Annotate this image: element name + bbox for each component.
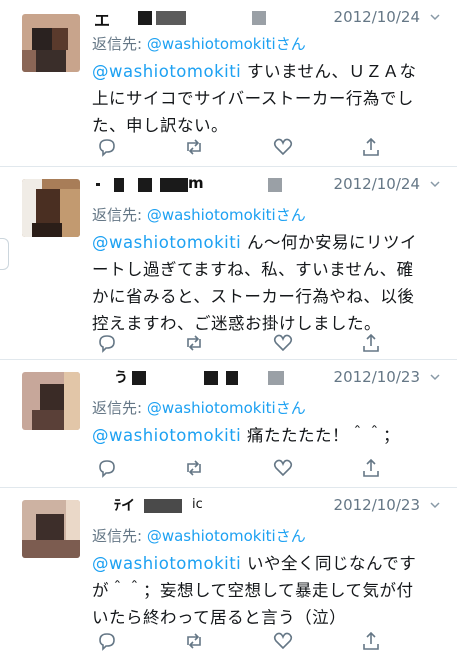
text-line: すいません、ＵＺＡな [247,62,417,81]
tweet[interactable]: エ 2012/10/24 返信先: @washiotomokitiさん @was… [0,0,457,167]
reply-to: 返信先: @washiotomokitiさん [92,33,306,54]
reply-to: 返信先: @washiotomokitiさん [92,525,306,546]
scroll-handle[interactable] [0,238,9,270]
name-redaction [156,11,186,25]
share-icon[interactable] [360,457,382,479]
mention-link[interactable]: @washiotomokiti [92,426,241,445]
tweet-text: @washiotomokiti ん〜何か安易にリツイ ートし過ぎてますね、私、す… [92,229,437,337]
chevron-down-icon[interactable] [430,372,440,382]
mention-link[interactable]: @washiotomokiti [92,554,241,573]
reply-to: 返信先: @washiotomokitiさん [92,397,306,418]
handle-redaction [268,178,282,192]
name-redaction [204,371,218,385]
handle-redaction [268,371,284,385]
reply-handle-link[interactable]: @washiotomokitiさん [147,206,306,224]
chevron-down-icon[interactable] [430,12,440,22]
tweet-actions [88,630,388,652]
tweet-header: エ 2012/10/24 [92,6,452,30]
reply-prefix: 返信先: [92,206,147,224]
name-redaction [132,371,146,385]
like-icon[interactable] [272,332,294,354]
text-line: が＾＾；妄想して空想して暴走して気が付 [92,581,414,600]
avatar[interactable] [22,500,80,558]
tweet-text: @washiotomokiti すいません、ＵＺＡな 上にサイコでサイバーストー… [92,58,437,139]
reply-prefix: 返信先: [92,399,147,417]
reply-prefix: 返信先: [92,35,147,53]
text-line: いや全く同じなんです [247,554,417,573]
reply-prefix: 返信先: [92,527,147,545]
name-redaction [226,371,238,385]
reply-icon[interactable] [96,136,118,158]
reply-handle-link[interactable]: @washiotomokitiさん [147,399,306,417]
name-redaction [138,11,152,25]
reply-handle-link[interactable]: @washiotomokitiさん [147,527,306,545]
tweet-text: @washiotomokiti いや全く同じなんです が＾＾；妄想して空想して暴… [92,550,437,631]
reply-icon[interactable] [96,332,118,354]
retweet-icon[interactable] [183,630,205,652]
reply-icon[interactable] [96,630,118,652]
like-icon[interactable] [272,457,294,479]
chevron-down-icon[interactable] [430,179,440,189]
tweet-header: う 2012/10/23 [92,366,452,390]
tweet[interactable]: m 2012/10/24 返信先: @washiotomokitiさん @was… [0,167,457,360]
display-name[interactable]: ﾃイ [114,495,135,515]
tweet[interactable]: ﾃイ ic 2012/10/23 返信先: @washiotomokitiさん … [0,488,457,651]
retweet-icon[interactable] [183,136,205,158]
tweet[interactable]: う 2012/10/23 返信先: @washiotomokitiさん @was… [0,360,457,488]
reply-handle-link[interactable]: @washiotomokitiさん [147,35,306,53]
share-icon[interactable] [360,136,382,158]
display-name-part: ic [192,497,203,512]
text-line: ートし過ぎてますね、私、すいません、確 [92,260,414,279]
display-name[interactable]: m [188,174,204,192]
name-redaction [144,499,182,513]
avatar[interactable] [22,179,80,237]
display-name[interactable]: う [114,367,128,387]
tweet-date[interactable]: 2012/10/24 [334,8,420,26]
like-icon[interactable] [272,136,294,158]
tweet-actions [88,136,388,158]
display-name[interactable]: エ [94,7,110,31]
reply-to: 返信先: @washiotomokitiさん [92,204,306,225]
mention-link[interactable]: @washiotomokiti [92,62,241,81]
tweet-text: @washiotomokiti 痛たたたた！＾＾； [92,422,437,449]
like-icon[interactable] [272,630,294,652]
tweet-actions [88,332,388,354]
name-redaction [160,178,188,192]
chevron-down-icon[interactable] [430,500,440,510]
tweet-date[interactable]: 2012/10/23 [334,496,420,514]
name-redaction [138,178,152,192]
avatar[interactable] [22,372,80,430]
text-line: 上にサイコでサイバーストーカー行為でし [92,89,414,108]
text-line: いたら終わって居ると言う（泣） [92,608,347,627]
tweet-date[interactable]: 2012/10/23 [334,368,420,386]
avatar[interactable] [22,14,80,72]
share-icon[interactable] [360,332,382,354]
text-line: 痛たたたた！＾＾； [247,426,401,445]
tweet-date[interactable]: 2012/10/24 [334,175,420,193]
text-line: ん〜何か安易にリツイ [247,233,418,252]
tweet-header: ﾃイ ic 2012/10/23 [92,494,452,518]
handle-redaction [252,11,266,25]
retweet-icon[interactable] [183,332,205,354]
tweet-actions [88,457,388,479]
retweet-icon[interactable] [183,457,205,479]
reply-icon[interactable] [96,457,118,479]
name-redaction [114,178,124,192]
share-icon[interactable] [360,630,382,652]
text-line: た、申し訳ない。 [92,116,228,135]
text-line: かに省みると、ストーカー行為やね、以後 [92,287,415,306]
name-redaction [96,183,100,186]
tweet-header: m 2012/10/24 [92,173,452,197]
mention-link[interactable]: @washiotomokiti [92,233,241,252]
